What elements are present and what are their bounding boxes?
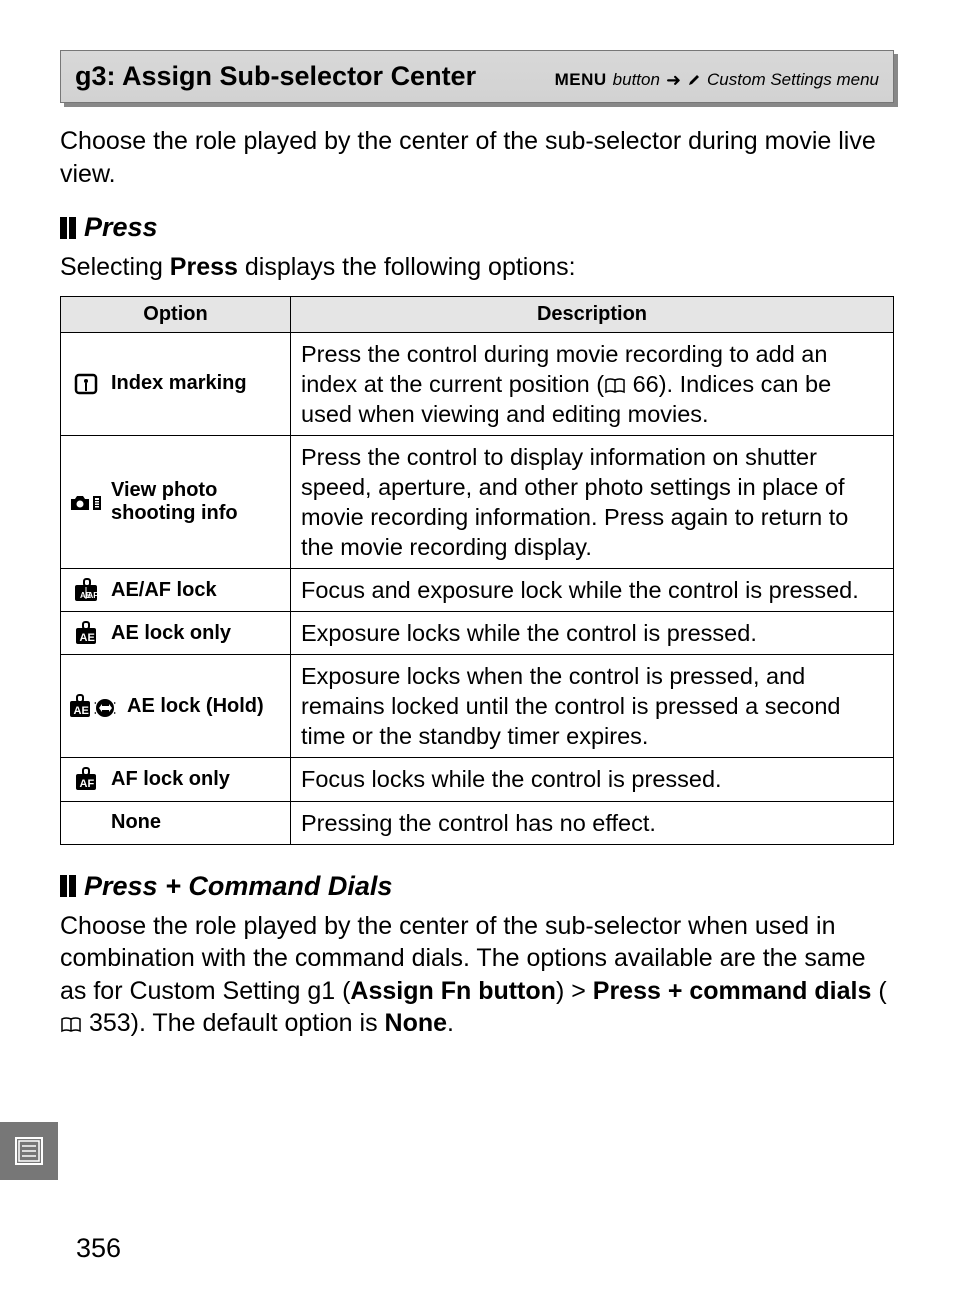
dials-text-c: ) >: [556, 977, 593, 1005]
dials-text-f: ). The default option is: [131, 1009, 385, 1037]
option-cell: Index marking: [61, 332, 291, 435]
book-icon: [604, 378, 626, 394]
option-label: AE lock only: [111, 622, 231, 645]
side-tab: [0, 1122, 58, 1180]
table-row: Index marking Press the control during m…: [61, 332, 894, 435]
desc-cell: Focus locks while the control is pressed…: [291, 758, 894, 801]
section-marker-icon: [60, 217, 76, 239]
option-cell: AE AE lock (Hold): [61, 655, 291, 758]
table-header-option: Option: [61, 296, 291, 332]
book-icon: [60, 1017, 82, 1033]
desc-cell: Press the control during movie recording…: [291, 332, 894, 435]
option-label: AE lock (Hold): [127, 695, 264, 718]
page-title: g3: Assign Sub-selector Center: [75, 61, 476, 92]
option-label: View photo shooting info: [111, 479, 282, 525]
section-press-dials-text: Choose the role played by the center of …: [60, 910, 894, 1040]
index-marking-icon: [69, 373, 103, 395]
desc-cell: Exposure locks when the control is press…: [291, 655, 894, 758]
dials-text-h: .: [447, 1009, 454, 1037]
options-table: Option Description Index marking Press t…: [60, 296, 894, 845]
option-label: AE/AF lock: [111, 579, 217, 602]
desc-cell: Focus and exposure lock while the contro…: [291, 569, 894, 612]
camera-info-icon: [69, 491, 103, 513]
page-header-bar: g3: Assign Sub-selector Center MENU butt…: [60, 50, 894, 103]
press-intro-b: Press: [170, 253, 238, 281]
desc-cell: Press the control to display information…: [291, 435, 894, 568]
option-cell: None: [61, 801, 291, 844]
breadcrumb: MENU button ➜ Custom Settings menu: [555, 70, 879, 90]
af-lock-only-icon: AF: [69, 767, 103, 791]
section-press-intro: Selecting Press displays the following o…: [60, 251, 894, 284]
dials-text-g: None: [385, 1009, 448, 1037]
dials-text-e: (: [871, 977, 886, 1005]
table-row: None Pressing the control has no effect.: [61, 801, 894, 844]
press-intro-a: Selecting: [60, 253, 170, 281]
option-label: None: [111, 811, 161, 834]
option-cell: AEAF AE/AF lock: [61, 569, 291, 612]
option-cell: AF AF lock only: [61, 758, 291, 801]
desc-cell: Pressing the control has no effect.: [291, 801, 894, 844]
svg-text:AE: AE: [74, 705, 89, 717]
section-title-press-dials: Press + Command Dials: [84, 871, 392, 902]
desc-cell: Exposure locks while the control is pres…: [291, 612, 894, 655]
table-row: AF AF lock only Focus locks while the co…: [61, 758, 894, 801]
section-title-press: Press: [84, 212, 158, 243]
option-label: AF lock only: [111, 768, 230, 791]
ae-af-lock-icon: AEAF: [69, 578, 103, 602]
menu-button-word: button: [613, 70, 660, 90]
svg-text:AF: AF: [88, 591, 99, 600]
page-ref: 353: [89, 1009, 131, 1037]
ae-lock-hold-icon: AE: [69, 694, 119, 718]
section-marker-icon: [60, 875, 76, 897]
arrow-right-icon: ➜: [666, 71, 681, 89]
page-number: 356: [76, 1233, 121, 1264]
menu-target: Custom Settings menu: [707, 70, 879, 90]
table-row: AEAF AE/AF lock Focus and exposure lock …: [61, 569, 894, 612]
section-heading-press-dials: Press + Command Dials: [60, 871, 894, 902]
press-intro-c: displays the following options:: [238, 253, 576, 281]
dials-text-d: Press + command dials: [593, 977, 872, 1005]
table-row: View photo shooting info Press the contr…: [61, 435, 894, 568]
option-cell: AE AE lock only: [61, 612, 291, 655]
menu-label: MENU: [555, 70, 607, 90]
table-row: AE AE lock only Exposure locks while the…: [61, 612, 894, 655]
svg-text:AF: AF: [80, 778, 95, 790]
ae-lock-only-icon: AE: [69, 621, 103, 645]
dials-text-b: Assign Fn button: [350, 977, 556, 1005]
menu-list-icon: [13, 1135, 45, 1167]
page-ref: 66: [633, 371, 659, 397]
svg-text:AE: AE: [80, 632, 95, 644]
section-heading-press: Press: [60, 212, 894, 243]
intro-text: Choose the role played by the center of …: [60, 125, 894, 190]
table-row: AE AE lock (Hold) Exposure locks when th…: [61, 655, 894, 758]
pencil-icon: [687, 73, 701, 87]
option-label: Index marking: [111, 372, 247, 395]
option-cell: View photo shooting info: [61, 435, 291, 568]
table-header-description: Description: [291, 296, 894, 332]
